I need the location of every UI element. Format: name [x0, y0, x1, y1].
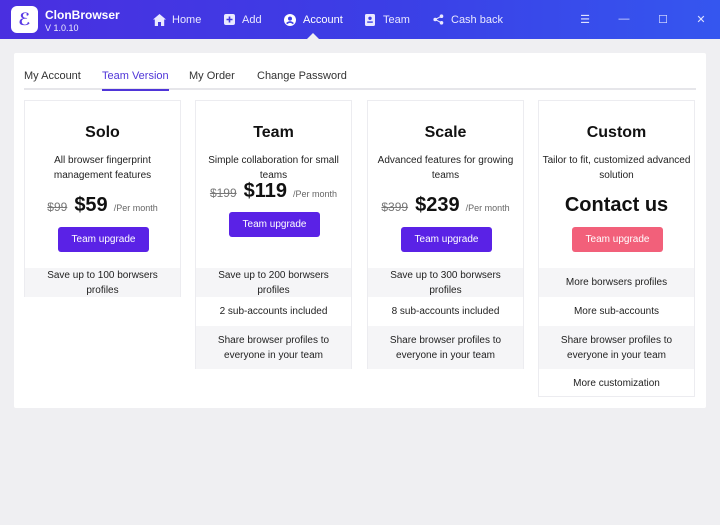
old-price: $99: [47, 200, 68, 214]
plan-title: Solo: [85, 124, 120, 141]
maximize-icon[interactable]: ☐: [656, 12, 670, 26]
nav-team[interactable]: Team: [363, 0, 410, 39]
close-icon[interactable]: ✕: [694, 12, 708, 26]
nav-cash-back[interactable]: Cash back: [431, 0, 503, 39]
plan-feature: Save up to 100 borwsers profiles: [25, 268, 180, 297]
plan-card-team: Team Simple collaboration for small team…: [195, 100, 352, 369]
plan-feature: Save up to 300 borwsers profiles: [368, 268, 523, 297]
team-upgrade-button[interactable]: Team upgrade: [229, 212, 320, 237]
account-tabs: My Account Team Version My Order Change …: [24, 70, 696, 91]
plan-price: $399 $239 /Per month: [368, 194, 523, 217]
plan-feature: Share browser profiles to everyone in yo…: [539, 326, 694, 369]
tab-my-order[interactable]: My Order: [189, 70, 235, 82]
plan-description: Tailor to fit, customized advanced solut…: [542, 155, 691, 181]
content-panel: My Account Team Version My Order Change …: [14, 53, 706, 408]
nav-add[interactable]: Add: [222, 0, 262, 39]
plan-title: Team: [253, 124, 294, 141]
app-name: ClonBrowser: [45, 8, 120, 22]
nav-account[interactable]: Account: [283, 0, 343, 39]
team-upgrade-button[interactable]: Team upgrade: [572, 227, 663, 252]
title-bar: ℰ ClonBrowser V 1.0.10 Home Add Account …: [0, 0, 720, 39]
nav-home[interactable]: Home: [152, 0, 201, 39]
old-price: $199: [209, 186, 237, 200]
plan-feature: 2 sub-accounts included: [219, 306, 328, 317]
app-logo: ℰ: [11, 6, 38, 33]
plan-feature: More sub-accounts: [573, 306, 660, 317]
plan-description: All browser fingerprint management featu…: [53, 155, 152, 181]
contact-us-text: Contact us: [564, 194, 669, 216]
plan-feature: 8 sub-accounts included: [391, 306, 500, 317]
plan-feature: More borwsers profiles: [539, 268, 694, 297]
plan-card-solo: Solo All browser fingerprint management …: [24, 100, 181, 297]
plus-square-icon: [222, 13, 236, 27]
plan-feature: Share browser profiles to everyone in yo…: [196, 326, 351, 369]
user-circle-icon: [283, 13, 297, 27]
plan-price: $199 $119 /Per month: [196, 180, 351, 203]
plan-description: Simple collaboration for small teams: [208, 155, 339, 181]
price-period: /Per month: [113, 203, 158, 213]
team-upgrade-button[interactable]: Team upgrade: [401, 227, 492, 252]
plan-feature: Save up to 200 borwsers profiles: [196, 268, 351, 297]
share-icon: [431, 13, 445, 27]
team-upgrade-button[interactable]: Team upgrade: [58, 227, 149, 252]
minimize-icon[interactable]: —: [617, 12, 631, 26]
current-price: $239: [415, 194, 460, 216]
current-price: $59: [74, 194, 108, 216]
app-version: V 1.0.10: [45, 23, 79, 33]
tab-team-version[interactable]: Team Version: [102, 70, 169, 91]
plan-feature: More customization: [573, 377, 660, 389]
plan-title: Custom: [586, 124, 647, 141]
plan-feature: Share browser profiles to everyone in yo…: [368, 326, 523, 369]
menu-icon[interactable]: ☰: [578, 12, 592, 26]
plan-title: Scale: [424, 124, 467, 141]
price-period: /Per month: [293, 189, 338, 199]
tab-my-account[interactable]: My Account: [24, 70, 81, 82]
price-period: /Per month: [465, 203, 510, 213]
plan-card-custom: Custom Tailor to fit, customized advance…: [538, 100, 695, 397]
tab-change-password[interactable]: Change Password: [257, 70, 347, 82]
old-price: $399: [381, 200, 409, 214]
plan-description: Advanced features for growing teams: [377, 155, 514, 181]
home-icon: [152, 13, 166, 27]
id-card-icon: [363, 13, 377, 27]
current-price: $119: [243, 180, 288, 202]
plan-price: $99 $59 /Per month: [25, 194, 180, 217]
plan-card-scale: Scale Advanced features for growing team…: [367, 100, 524, 369]
